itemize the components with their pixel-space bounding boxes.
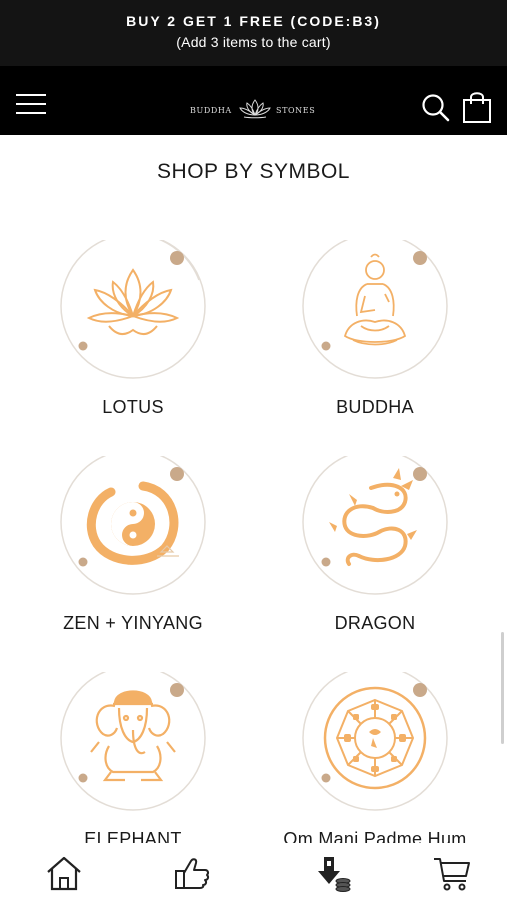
nav-like-button[interactable] xyxy=(172,853,212,893)
buddha-icon xyxy=(302,240,448,379)
search-icon xyxy=(422,94,450,122)
logo-text-left: BUDDHA xyxy=(190,106,232,115)
shopping-bag-icon xyxy=(463,92,491,123)
cart-icon xyxy=(434,858,470,891)
thumbs-up-icon xyxy=(175,858,210,889)
elephant-icon xyxy=(60,672,206,811)
dragon-icon xyxy=(302,456,448,595)
page-scrollbar[interactable] xyxy=(501,632,504,744)
symbol-label: BUDDHA xyxy=(336,397,414,417)
promo-subline: (Add 3 items to the cart) xyxy=(176,34,331,50)
yinyang-icon xyxy=(60,456,206,595)
search-button[interactable] xyxy=(421,93,451,123)
symbol-tile-buddha[interactable]: BUDDHA xyxy=(275,240,475,450)
symbol-label: LOTUS xyxy=(102,397,164,417)
bottom-navigation xyxy=(0,843,507,900)
symbol-tile-lotus[interactable]: LOTUS xyxy=(33,240,233,450)
symbol-label: DRAGON xyxy=(334,613,416,633)
brand-logo[interactable]: BUDDHA STONES xyxy=(180,94,330,124)
lotus-icon xyxy=(60,240,206,379)
symbol-tile-zen-yinyang[interactable]: ZEN + YINYANG xyxy=(33,456,233,666)
lotus-logo-icon xyxy=(239,99,271,119)
nav-cart-button[interactable] xyxy=(432,853,472,893)
logo-text-right: STONES xyxy=(276,106,316,115)
shopping-bag-button[interactable] xyxy=(461,90,493,124)
promo-headline: BUY 2 GET 1 FREE (CODE:B3) xyxy=(126,13,381,29)
symbol-tile-dragon[interactable]: DRAGON xyxy=(275,456,475,666)
hamburger-menu-icon xyxy=(16,94,46,114)
nav-home-button[interactable] xyxy=(44,853,84,893)
promo-banner: BUY 2 GET 1 FREE (CODE:B3) (Add 3 items … xyxy=(0,0,507,66)
site-header: BUDDHA STONES xyxy=(0,66,507,135)
symbol-label: ZEN + YINYANG xyxy=(63,613,203,633)
om-mani-padme-hum-icon xyxy=(302,672,448,811)
section-title: SHOP BY SYMBOL xyxy=(157,160,350,183)
nav-download-button[interactable] xyxy=(312,853,352,893)
menu-button[interactable] xyxy=(14,91,48,117)
home-icon xyxy=(47,856,81,891)
download-icon xyxy=(318,857,351,892)
